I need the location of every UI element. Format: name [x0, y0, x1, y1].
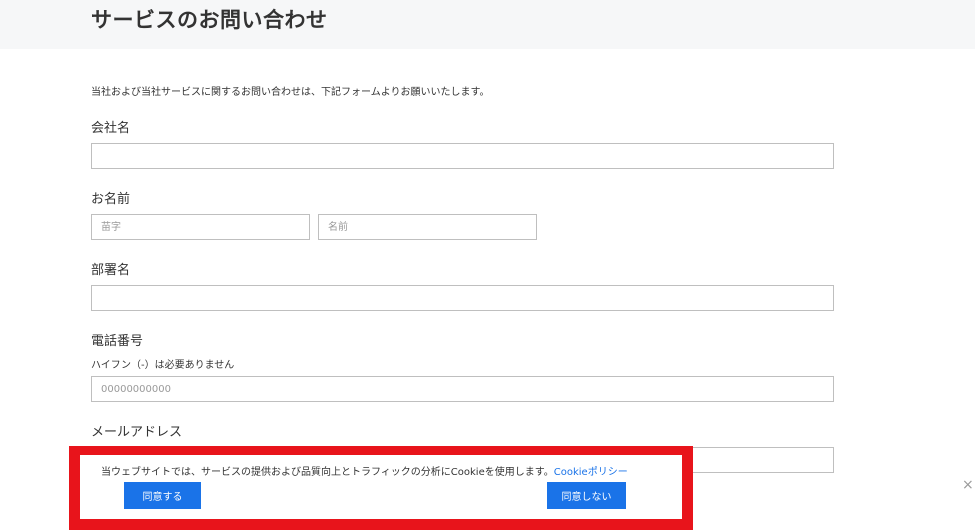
cookie-message: 当ウェブサイトでは、サービスの提供および品質向上とトラフィックの分析にCooki… [101, 463, 628, 478]
last-name-input[interactable] [91, 214, 310, 240]
cookie-message-text: 当ウェブサイトでは、サービスの提供および品質向上とトラフィックの分析にCooki… [101, 467, 554, 478]
phone-label: 電話番号 [91, 334, 144, 349]
company-input[interactable] [91, 143, 834, 169]
phone-input[interactable] [91, 376, 834, 402]
department-input[interactable] [91, 285, 834, 311]
intro-text: 当社および当社サービスに関するお問い合わせは、下記フォームよりお願いいたします。 [91, 87, 490, 98]
company-label: 会社名 [91, 121, 131, 136]
header-band: サービスのお問い合わせ [0, 0, 975, 49]
page-title: サービスのお問い合わせ [91, 8, 328, 32]
name-label: お名前 [91, 192, 131, 207]
cookie-disagree-button[interactable]: 同意しない [547, 482, 626, 509]
phone-note: ハイフン（-）は必要ありません [91, 360, 235, 371]
cookie-banner: 当ウェブサイトでは、サービスの提供および品質向上とトラフィックの分析にCooki… [80, 455, 682, 519]
cookie-agree-button[interactable]: 同意する [124, 482, 201, 509]
close-icon[interactable]: × [962, 478, 974, 492]
email-label: メールアドレス [91, 425, 183, 440]
first-name-input[interactable] [318, 214, 537, 240]
cookie-policy-link[interactable]: Cookieポリシー [554, 467, 628, 478]
department-label: 部署名 [91, 263, 131, 278]
